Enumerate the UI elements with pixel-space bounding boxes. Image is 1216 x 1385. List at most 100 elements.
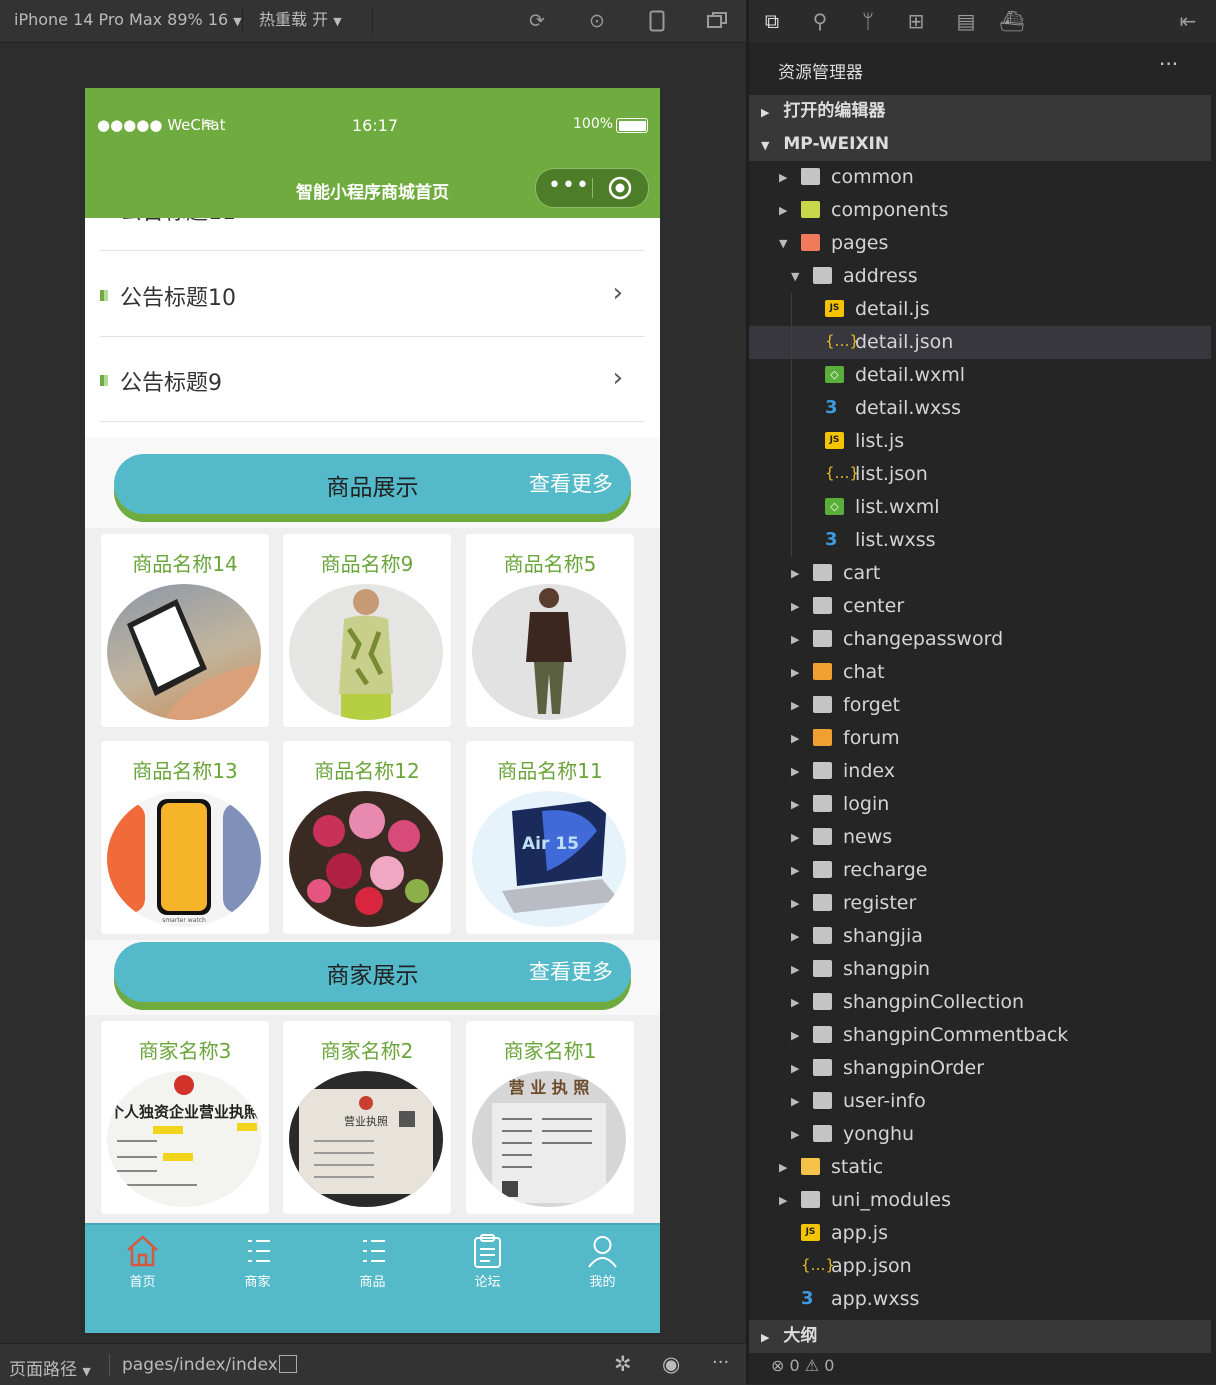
wxss-file-icon: 3 xyxy=(825,397,838,418)
bug-icon[interactable]: ✲ xyxy=(614,1352,632,1376)
project-root-header[interactable]: ▼ MP-WEIXIN xyxy=(749,128,1211,161)
files-icon[interactable]: ⧉ xyxy=(759,8,785,34)
tree-item-shangpinorder[interactable]: ▶ shangpinOrder xyxy=(749,1052,1211,1085)
tree-item-shangpin[interactable]: ▶ shangpin xyxy=(749,953,1211,986)
tree-item-shangjia[interactable]: ▶ shangjia xyxy=(749,920,1211,953)
list-item[interactable]: 公告标题9 › xyxy=(100,337,645,422)
tree-item-label: app.wxss xyxy=(831,1288,920,1310)
mini-program-capsule: ••• xyxy=(535,168,649,208)
tree-item-forget[interactable]: ▶ forget xyxy=(749,689,1211,722)
view-more-link[interactable]: 查看更多 xyxy=(529,956,613,986)
copy-icon[interactable] xyxy=(279,1355,297,1373)
tree-item-chat[interactable]: ▶ chat xyxy=(749,656,1211,689)
tree-item-list-js[interactable]: JS list.js xyxy=(749,425,1211,458)
tree-item-pages[interactable]: ▼ pages xyxy=(749,227,1211,260)
layout-icon[interactable]: ▤ xyxy=(953,8,979,34)
tree-item-user-info[interactable]: ▶ user-info xyxy=(749,1085,1211,1118)
open-editors-header[interactable]: ▶ 打开的编辑器 xyxy=(749,95,1211,128)
product-card[interactable]: 商品名称5 xyxy=(466,534,634,727)
close-target-icon[interactable] xyxy=(608,176,632,204)
product-card[interactable]: 商品名称14 xyxy=(101,534,269,727)
tree-item-changepassword[interactable]: ▶ changepassword xyxy=(749,623,1211,656)
chevron-right-icon: ▶ xyxy=(791,1095,800,1108)
tree-item-uni-modules[interactable]: ▶ uni_modules xyxy=(749,1184,1211,1217)
tree-item-index[interactable]: ▶ index xyxy=(749,755,1211,788)
tree-item-shangpincommentback[interactable]: ▶ shangpinCommentback xyxy=(749,1019,1211,1052)
tree-item-components[interactable]: ▶ components xyxy=(749,194,1211,227)
chevron-right-icon: ▶ xyxy=(791,798,800,811)
chevron-right-icon: ▶ xyxy=(791,1128,800,1141)
tree-item-common[interactable]: ▶ common xyxy=(749,161,1211,194)
tab-mine[interactable]: 我的 xyxy=(545,1225,660,1295)
stop-icon[interactable]: ⊙ xyxy=(586,10,608,32)
shop-grid: 商家名称3 个人独资企业营业执照 商家名称2 营业执照 商家名称1 营 业 执 … xyxy=(85,1015,660,1223)
page-path-select[interactable]: 页面路径 ▼ xyxy=(9,1355,91,1380)
shop-card[interactable]: 商家名称1 营 业 执 照 xyxy=(466,1021,634,1214)
tree-item-list-wxss[interactable]: 3 list.wxss xyxy=(749,524,1211,557)
hot-reload-label: 热重载 开 xyxy=(259,10,329,29)
tree-item-news[interactable]: ▶ news xyxy=(749,821,1211,854)
extensions-icon[interactable]: ⊞ xyxy=(903,8,929,34)
tree-item-static[interactable]: ▶ static xyxy=(749,1151,1211,1184)
more-icon[interactable]: ··· xyxy=(712,1352,729,1373)
more-icon[interactable]: ··· xyxy=(1159,52,1178,76)
tree-item-label: cart xyxy=(843,562,881,584)
tree-item-app-wxss[interactable]: 3 app.wxss xyxy=(749,1283,1211,1316)
tree-item-forum[interactable]: ▶ forum xyxy=(749,722,1211,755)
tree-item-list-json[interactable]: {…} list.json xyxy=(749,458,1211,491)
tree-item-detail-wxml[interactable]: ◇ detail.wxml xyxy=(749,359,1211,392)
tree-item-label: shangpinOrder xyxy=(843,1057,985,1079)
product-card[interactable]: 商品名称13 smarter watch xyxy=(101,741,269,934)
branch-icon[interactable]: ᛘ xyxy=(855,8,881,34)
folder-icon xyxy=(813,960,832,977)
tab-shangjia[interactable]: 商家 xyxy=(200,1225,315,1295)
device-select[interactable]: iPhone 14 Pro Max 89% 16 ▼ xyxy=(14,0,242,42)
tab-label: 商家 xyxy=(244,1275,271,1290)
tree-item-yonghu[interactable]: ▶ yonghu xyxy=(749,1118,1211,1151)
window-icon[interactable] xyxy=(706,10,728,32)
problems-status[interactable]: ⊗ 0 ⚠ 0 xyxy=(771,1356,834,1375)
error-count: 0 xyxy=(789,1356,800,1375)
tree-item-register[interactable]: ▶ register xyxy=(749,887,1211,920)
tree-item-app-json[interactable]: {…} app.json xyxy=(749,1250,1211,1283)
refresh-icon[interactable]: ⟳ xyxy=(526,10,548,32)
tree-item-detail-js[interactable]: JS detail.js xyxy=(749,293,1211,326)
shop-name: 商家名称2 xyxy=(320,1039,414,1063)
tree-item-detail-json[interactable]: {…} detail.json xyxy=(749,326,1211,359)
tree-item-app-js[interactable]: JS app.js xyxy=(749,1217,1211,1250)
tab-home[interactable]: 首页 xyxy=(85,1225,200,1295)
collapse-icon[interactable]: ⇤ xyxy=(1175,8,1201,34)
search-icon[interactable]: ⚲ xyxy=(807,8,833,34)
tab-shangpin[interactable]: 商品 xyxy=(315,1225,430,1295)
tree-item-cart[interactable]: ▶ cart xyxy=(749,557,1211,590)
chevron-right-icon: ▶ xyxy=(761,1331,770,1344)
clipboard-icon xyxy=(430,1233,545,1269)
list-item[interactable]: 公告标题10 › xyxy=(100,252,645,337)
view-more-link[interactable]: 查看更多 xyxy=(529,468,613,498)
tree-item-detail-wxss[interactable]: 3 detail.wxss xyxy=(749,392,1211,425)
tree-item-label: shangpinCommentback xyxy=(843,1024,1069,1046)
tree-item-address[interactable]: ▼ address xyxy=(749,260,1211,293)
shop-card[interactable]: 商家名称2 营业执照 xyxy=(283,1021,451,1214)
folder-icon xyxy=(813,564,832,581)
tree-item-recharge[interactable]: ▶ recharge xyxy=(749,854,1211,887)
chevron-right-icon: ▶ xyxy=(791,864,800,877)
tab-forum[interactable]: 论坛 xyxy=(430,1225,545,1295)
product-card[interactable]: 商品名称9 xyxy=(283,534,451,727)
shop-card[interactable]: 商家名称3 个人独资企业营业执照 xyxy=(101,1021,269,1214)
tree-item-center[interactable]: ▶ center xyxy=(749,590,1211,623)
more-dots-icon[interactable]: ••• xyxy=(548,175,590,197)
tree-item-login[interactable]: ▶ login xyxy=(749,788,1211,821)
product-card[interactable]: 商品名称12 xyxy=(283,741,451,934)
phone-icon[interactable] xyxy=(646,10,668,32)
outline-header[interactable]: ▶ 大纲 xyxy=(749,1320,1211,1353)
list-item[interactable]: 公告标题11 › xyxy=(100,218,645,251)
product-image xyxy=(472,584,626,720)
product-card[interactable]: 商品名称11 Air 15 xyxy=(466,741,634,934)
hot-reload-select[interactable]: 热重载 开 ▼ xyxy=(259,0,342,42)
eye-icon[interactable]: ◉ xyxy=(662,1352,680,1376)
notice-marker xyxy=(100,375,108,386)
tree-item-shangpincollection[interactable]: ▶ shangpinCollection xyxy=(749,986,1211,1019)
tree-item-list-wxml[interactable]: ◇ list.wxml xyxy=(749,491,1211,524)
docker-icon[interactable]: ⛴ xyxy=(999,8,1025,34)
